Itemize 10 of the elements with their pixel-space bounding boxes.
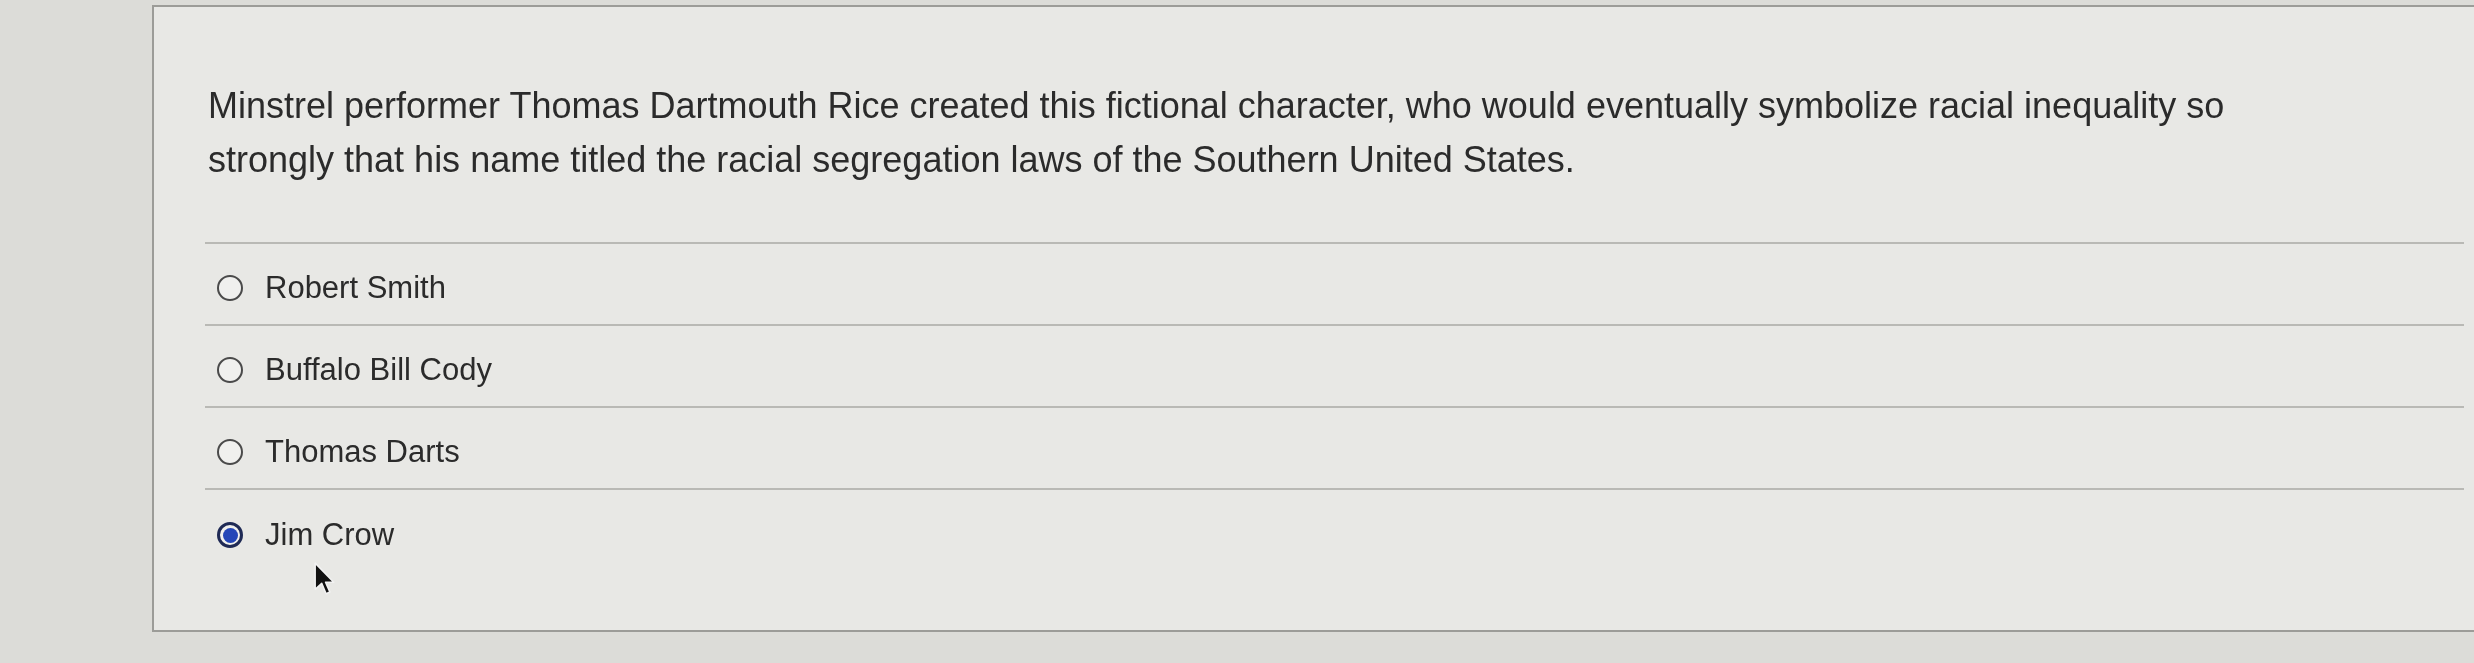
option-label[interactable]: Buffalo Bill Cody <box>265 350 492 390</box>
radio-button[interactable] <box>217 275 243 301</box>
radio-button[interactable] <box>217 522 243 548</box>
radio-button[interactable] <box>217 439 243 465</box>
question-text: Minstrel performer Thomas Dartmouth Rice created this fictional character, who would eventually symbolize racial inequality so strongly that his name titled the racial segregation laws of the Southern United States. <box>208 84 2226 182</box>
option-label[interactable]: Thomas Darts <box>265 432 460 472</box>
radio-button[interactable] <box>217 357 243 383</box>
option-label[interactable]: Robert Smith <box>265 268 446 308</box>
option-label[interactable]: Jim Crow <box>265 515 395 555</box>
mouse-pointer-icon <box>314 562 336 597</box>
